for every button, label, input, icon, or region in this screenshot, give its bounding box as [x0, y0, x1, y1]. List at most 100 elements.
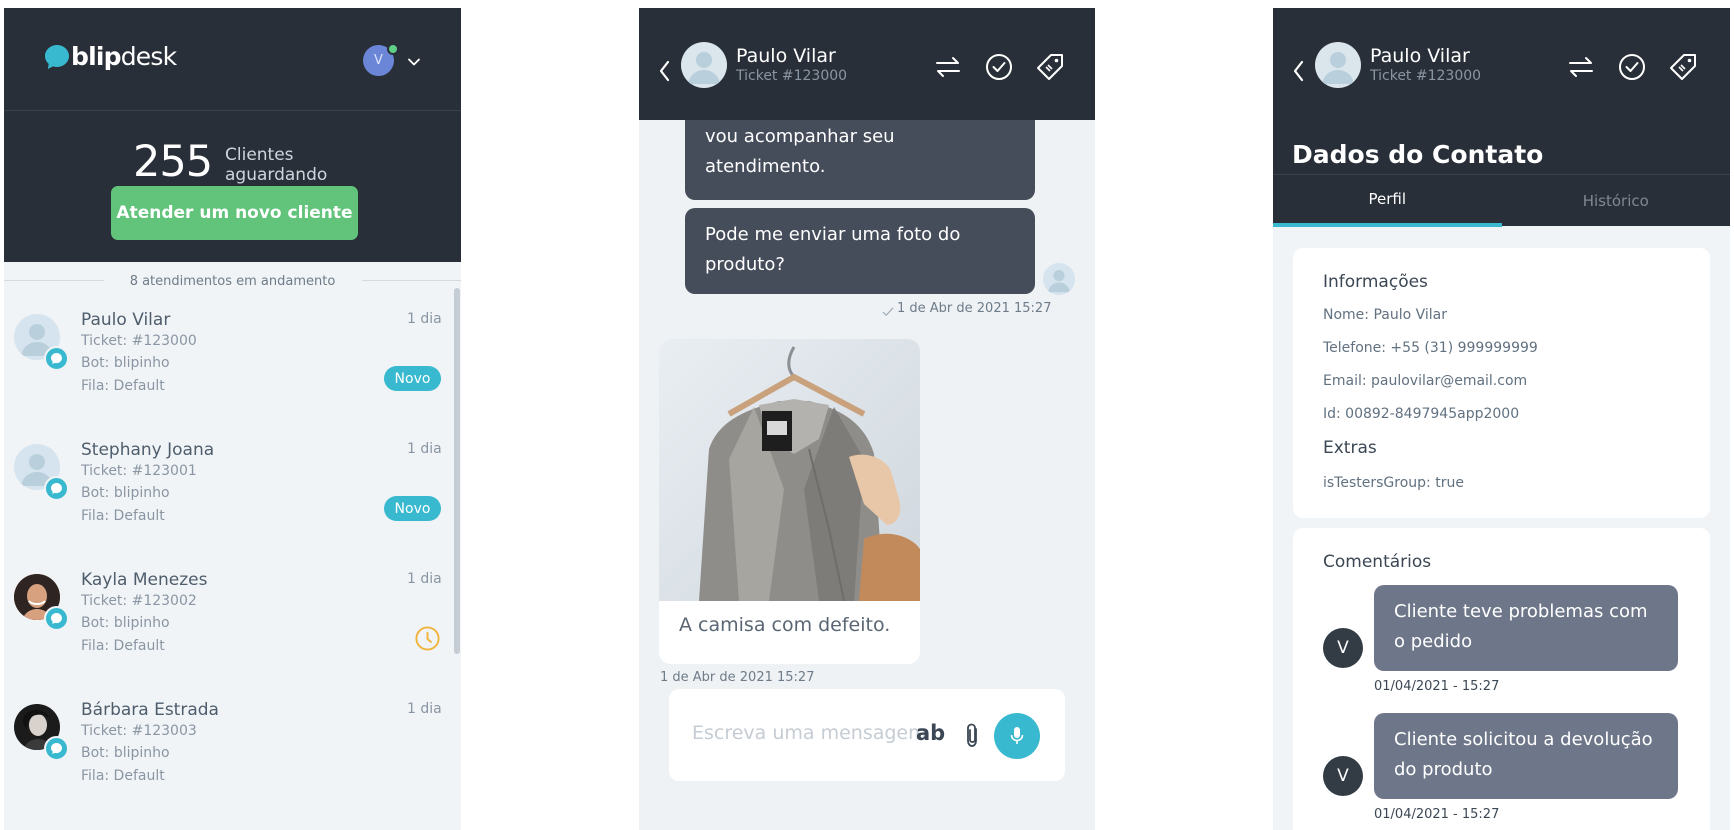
ticket-name: Kayla Menezes	[81, 570, 208, 590]
ongoing-count-label: 8 atendimentos em andamento	[129, 274, 336, 289]
ticket-queue: Fila: Default	[81, 378, 165, 394]
clock-icon	[415, 626, 440, 651]
tab-perfil[interactable]: Perfil	[1273, 175, 1502, 227]
transfer-icon[interactable]	[1566, 52, 1596, 82]
check-circle-icon[interactable]	[984, 52, 1014, 82]
tag-icon[interactable]	[1035, 52, 1065, 82]
paperclip-icon[interactable]	[961, 721, 983, 749]
ongoing-divider: 8 atendimentos em andamento	[4, 272, 461, 290]
info-name: Nome: Paulo Vilar	[1323, 307, 1448, 323]
logo-bold-text: blip	[71, 42, 122, 71]
comment-line-1: Cliente teve problemas com	[1394, 601, 1648, 622]
chat-bubble-icon	[44, 736, 69, 761]
logo-regular-text: desk	[120, 42, 177, 71]
ticket-bot: Bot: blipinho	[81, 355, 170, 371]
ticket-number: Ticket: #123001	[81, 463, 197, 479]
ticket-item[interactable]: Kayla Menezes Ticket: #123002 Bot: blipi…	[4, 558, 444, 688]
contact-screen: Paulo Vilar Ticket #123000 Dados do Cont…	[1273, 8, 1730, 830]
ticket-queue: Fila: Default	[81, 508, 165, 524]
top-bar: blipdesk V	[4, 8, 461, 110]
status-badge: Novo	[384, 496, 441, 521]
page-title: Dados do Contato	[1292, 140, 1544, 169]
mic-button[interactable]	[994, 713, 1040, 759]
ticket-item[interactable]: Paulo Vilar Ticket: #123000 Bot: blipinh…	[4, 298, 444, 428]
message-time: 1 de Abr de 2021 15:27	[660, 670, 815, 685]
ticket-list-scrollbar[interactable]	[454, 288, 460, 654]
back-icon[interactable]	[657, 58, 673, 84]
online-status-dot	[387, 43, 399, 55]
waiting-count: 255	[133, 137, 213, 187]
double-check-icon	[882, 307, 894, 317]
comment-line-2: do produto	[1394, 759, 1493, 780]
ticket-queue: Fila: Default	[81, 768, 165, 784]
blipdesk-logo: blipdesk	[44, 42, 177, 71]
chat-screen: vou acompanhar seu atendimento. Pode me …	[639, 8, 1095, 830]
message-line-1: vou acompanhar seu	[705, 126, 895, 147]
info-phone: Telefone: +55 (31) 999999999	[1323, 340, 1538, 356]
comment-time: 01/04/2021 - 15:27	[1374, 807, 1500, 822]
back-icon[interactable]	[1291, 58, 1307, 84]
message-line-1: Pode me enviar uma foto do	[705, 224, 961, 245]
chevron-down-icon[interactable]	[406, 54, 422, 70]
tab-historico[interactable]: Histórico	[1502, 175, 1731, 227]
avatar: V	[1323, 756, 1363, 796]
image-caption: A camisa com defeito.	[679, 614, 891, 636]
comments-heading: Comentários	[1323, 552, 1432, 572]
inbox-screen: blipdesk V 255 Clientes aguardando Atend…	[4, 8, 461, 830]
extras-value: isTestersGroup: true	[1323, 475, 1464, 491]
chat-bubble-icon	[44, 346, 69, 371]
ticket-number: Ticket: #123002	[81, 593, 197, 609]
ticket-number: Ticket #123000	[736, 68, 848, 84]
format-text-button[interactable]: ab	[916, 721, 945, 745]
ticket-number: Ticket: #123000	[81, 333, 197, 349]
comments-card: Comentários V Cliente teve problemas com…	[1293, 528, 1710, 830]
image-message[interactable]: A camisa com defeito.	[659, 339, 920, 664]
ticket-queue: Fila: Default	[81, 638, 165, 654]
ticket-name: Bárbara Estrada	[81, 700, 219, 720]
product-photo[interactable]	[659, 339, 920, 601]
ticket-name: Paulo Vilar	[81, 310, 171, 330]
chat-bubble-icon	[44, 606, 69, 631]
comment-line-1: Cliente solicitou a devolução	[1394, 729, 1653, 750]
ticket-name: Stephany Joana	[81, 440, 215, 460]
contact-tabs: Perfil Histórico	[1273, 174, 1731, 227]
comment-time: 01/04/2021 - 15:27	[1374, 679, 1500, 694]
check-circle-icon[interactable]	[1617, 52, 1647, 82]
avatar: V	[1323, 628, 1363, 668]
ticket-age: 1 dia	[407, 311, 442, 327]
ticket-item[interactable]: Bárbara Estrada Ticket: #123003 Bot: bli…	[4, 688, 444, 818]
extras-heading: Extras	[1323, 438, 1377, 458]
message-input[interactable]: Escreva uma mensagem	[692, 722, 927, 744]
mic-icon	[1010, 727, 1024, 744]
chat-bubble-icon	[45, 44, 69, 69]
avatar	[1315, 42, 1361, 88]
message-line-2: produto?	[705, 254, 785, 275]
ticket-number: Ticket #123000	[1370, 68, 1482, 84]
agent-message: Pode me enviar uma foto do produto?	[685, 208, 1035, 294]
ticket-bot: Bot: blipinho	[81, 745, 170, 761]
avatar	[1043, 263, 1075, 295]
chat-bubble-icon	[44, 476, 69, 501]
ticket-bot: Bot: blipinho	[81, 615, 170, 631]
info-email: Email: paulovilar@email.com	[1323, 373, 1528, 389]
contact-name: Paulo Vilar	[736, 45, 836, 67]
waiting-label: Clientes aguardando	[225, 145, 327, 185]
waiting-label-line-1: Clientes	[225, 145, 294, 165]
ticket-item[interactable]: Stephany Joana Ticket: #123001 Bot: blip…	[4, 428, 444, 558]
avatar	[681, 42, 727, 88]
attend-new-client-button[interactable]: Atender um novo cliente	[111, 186, 358, 240]
status-badge: Novo	[384, 366, 441, 391]
chat-header: Paulo Vilar Ticket #123000	[639, 8, 1095, 120]
comment-line-2: o pedido	[1394, 631, 1473, 652]
comment-bubble: Cliente teve problemas com o pedido	[1374, 585, 1678, 671]
tag-icon[interactable]	[1668, 52, 1698, 82]
waiting-label-line-2: aguardando	[225, 165, 328, 185]
comment-bubble: Cliente solicitou a devolução do produto	[1374, 713, 1678, 799]
ticket-number: Ticket: #123003	[81, 723, 197, 739]
message-line-2: atendimento.	[705, 156, 826, 177]
ticket-bot: Bot: blipinho	[81, 485, 170, 501]
transfer-icon[interactable]	[933, 52, 963, 82]
contact-header: Paulo Vilar Ticket #123000 Dados do Cont…	[1273, 8, 1730, 174]
info-id: Id: 00892-8497945app2000	[1323, 406, 1520, 422]
contact-name: Paulo Vilar	[1370, 45, 1470, 67]
